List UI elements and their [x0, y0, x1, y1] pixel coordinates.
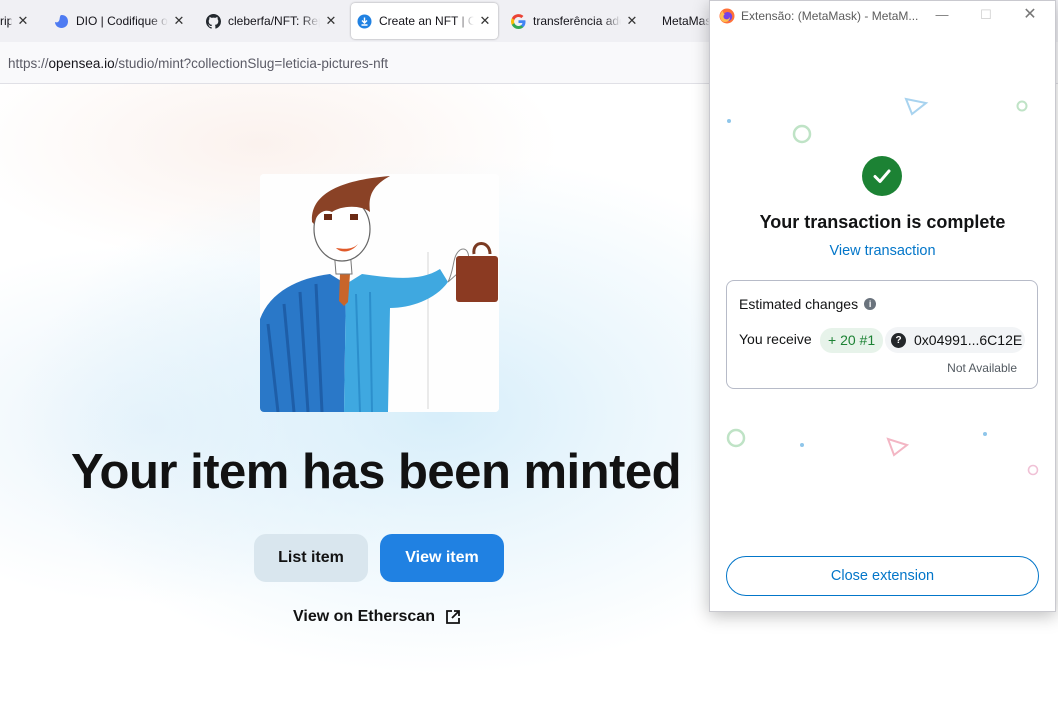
tab-opensea-create[interactable]: Create an NFT | O| ✕: [351, 3, 498, 39]
minted-headline: Your item has been minted: [71, 445, 682, 499]
github-icon: [206, 13, 221, 29]
tab-title: MetaMas: [662, 14, 710, 28]
metamask-popup: Extensão: (MetaMask) - MetaM... — ☐ ✕ Yo…: [709, 0, 1056, 612]
etherscan-link-label: View on Etherscan: [293, 608, 435, 625]
nft-artwork-image: [260, 174, 499, 412]
receive-amount-badge: + 20 #1: [820, 328, 884, 353]
url-text[interactable]: https://opensea.io/studio/mint?collectio…: [8, 56, 388, 71]
view-transaction-link[interactable]: View transaction: [710, 243, 1055, 259]
close-tab-icon[interactable]: ✕: [16, 13, 30, 29]
you-receive-label: You receive: [739, 331, 812, 347]
view-on-etherscan-link[interactable]: View on Etherscan: [293, 608, 461, 626]
close-tab-icon[interactable]: ✕: [172, 13, 186, 29]
opensea-icon: [357, 14, 372, 29]
view-item-button[interactable]: View item: [380, 534, 504, 582]
confetti-decoration: [726, 97, 1039, 476]
list-item-button[interactable]: List item: [254, 534, 368, 582]
transaction-status-title: Your transaction is complete: [759, 212, 1006, 232]
tab-title: DIO | Codifique o: [76, 14, 168, 28]
tab-metamask[interactable]: MetaMas: [656, 3, 716, 39]
unknown-token-icon: ?: [891, 332, 906, 348]
tab-scripts[interactable]: ripti ✕: [0, 3, 36, 39]
close-tab-icon[interactable]: ✕: [625, 13, 639, 29]
contract-address-text: 0x04991...6C12E: [914, 332, 1023, 348]
tab-title: Create an NFT | O|: [379, 14, 474, 28]
tab-github[interactable]: cleberfa/NFT: Rep ✕: [200, 3, 344, 39]
estimated-changes-text: Estimated changes: [739, 296, 859, 312]
external-link-icon: [446, 610, 460, 624]
close-tab-icon[interactable]: ✕: [324, 13, 338, 29]
estimated-changes-card: Estimated changes i You receive + 20 #1 …: [726, 280, 1038, 389]
estimated-changes-label: Estimated changes i: [739, 296, 877, 312]
info-icon[interactable]: i: [864, 298, 877, 310]
tab-dio[interactable]: DIO | Codifique o ✕: [48, 3, 192, 39]
success-check-icon: [862, 156, 902, 196]
dio-icon: [54, 14, 69, 29]
tab-title: transferência add: [533, 14, 621, 28]
close-extension-button[interactable]: Close extension: [726, 556, 1039, 596]
tab-google[interactable]: transferência add ✕: [505, 3, 645, 39]
tab-title: cleberfa/NFT: Rep: [228, 14, 320, 28]
fiat-value-text: Not Available: [947, 361, 1017, 375]
tab-title: ripti: [0, 14, 12, 28]
google-icon: [511, 13, 526, 29]
close-tab-icon[interactable]: ✕: [478, 13, 492, 29]
contract-address-pill[interactable]: ? 0x04991...6C12E: [885, 327, 1025, 353]
